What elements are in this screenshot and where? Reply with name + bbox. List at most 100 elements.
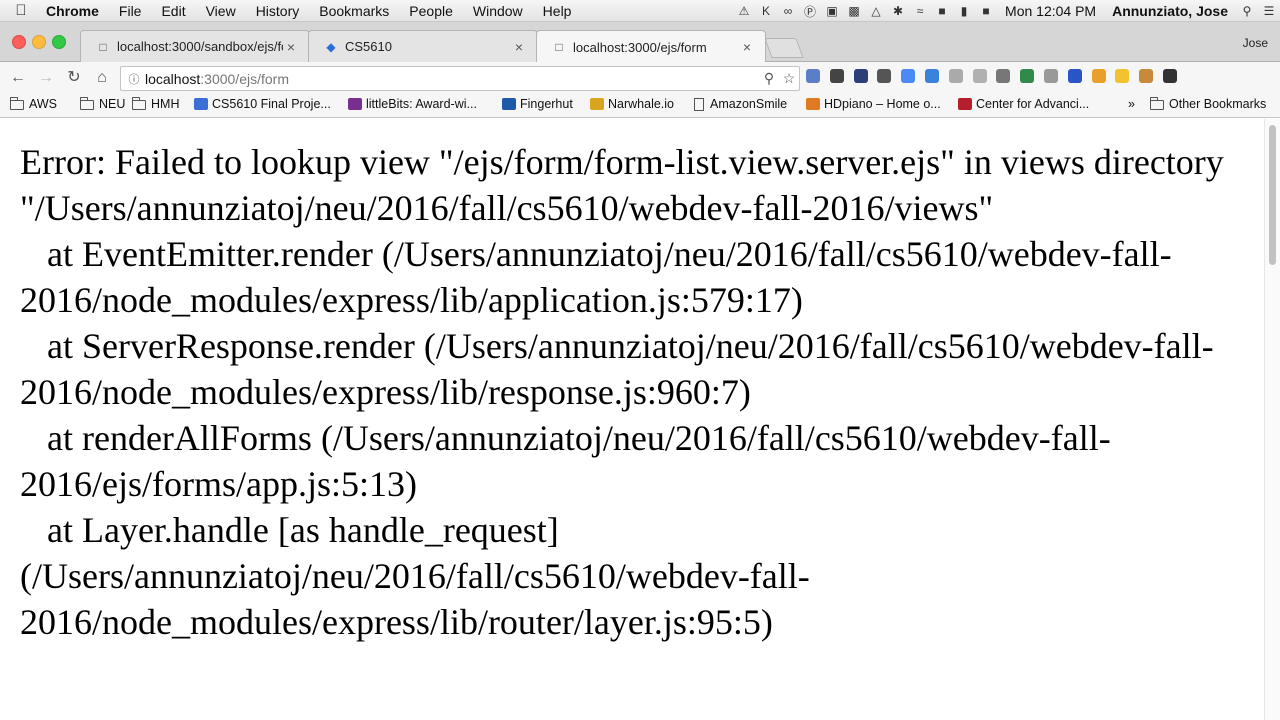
extension-icon[interactable]: [1067, 69, 1082, 83]
bookmark-item[interactable]: AmazonSmile: [694, 97, 787, 111]
bookmark-item[interactable]: NEU: [79, 96, 125, 111]
bookmark-label: HDpiano – Home o...: [824, 97, 941, 111]
bookmark-item[interactable]: HMH: [131, 96, 179, 111]
extension-icon[interactable]: [996, 69, 1011, 83]
new-tab-button[interactable]: [764, 38, 804, 58]
user-name[interactable]: Annunziato, Jose: [1104, 3, 1236, 19]
battery-icon[interactable]: ▮: [953, 4, 975, 18]
error-message: Error: Failed to lookup view "/ejs/form/…: [20, 142, 1224, 642]
menu-people[interactable]: People: [399, 3, 463, 19]
bookmark-item[interactable]: AWS: [9, 96, 58, 111]
url-path: :3000/ejs/form: [200, 70, 289, 87]
tab-cs5610[interactable]: ◆ CS5610 ×: [308, 30, 538, 62]
scrollbar-thumb[interactable]: [1269, 125, 1276, 265]
extension-icon[interactable]: [1091, 69, 1106, 83]
bookmark-item[interactable]: Fingerhut: [502, 97, 573, 111]
bookmark-label: Other Bookmarks: [1169, 97, 1267, 111]
bookmarks-bar: AWS NEU HMH CS5610 Final Proje... littleBits…: [0, 94, 1280, 118]
tab-strip: □ localhost:3000/sandbox/ejs/fo × ◆ CS56…: [0, 22, 1280, 63]
url-text[interactable]: localhost:3000/ejs/form: [145, 71, 759, 87]
extension-icon[interactable]: [806, 69, 820, 83]
menu-file[interactable]: File: [109, 3, 152, 19]
back-arrow-icon[interactable]: ←: [8, 68, 28, 88]
menu-history[interactable]: History: [246, 3, 310, 19]
bookmark-star-icon[interactable]: ☆: [779, 70, 799, 87]
bookmark-label: »: [1128, 97, 1135, 111]
menu-view[interactable]: View: [196, 3, 246, 19]
profile-button[interactable]: Jose: [1243, 36, 1268, 50]
bookmark-label: Narwhale.io: [608, 97, 675, 111]
close-tab-icon[interactable]: ×: [511, 39, 527, 55]
folder-icon: [9, 96, 24, 110]
address-bar[interactable]: ⓘ localhost:3000/ejs/form ⚲ ☆: [120, 66, 800, 91]
extension-icon[interactable]: [948, 69, 963, 83]
bookmark-label: AmazonSmile: [710, 97, 788, 111]
menu-help[interactable]: Help: [533, 3, 582, 19]
bookmark-item[interactable]: Narwhale.io: [590, 97, 674, 111]
extension-icon[interactable]: [972, 69, 987, 83]
menu-chrome[interactable]: Chrome: [42, 3, 109, 19]
airplay-icon[interactable]: △: [865, 4, 887, 18]
extension-icon[interactable]: [924, 69, 939, 83]
bookmark-label: AWS: [29, 97, 58, 111]
tab-ejs-form[interactable]: □ localhost:3000/ejs/form ×: [536, 30, 766, 63]
screen-icon[interactable]: ▩: [843, 4, 865, 18]
bluetooth-icon[interactable]: ✱: [887, 4, 909, 18]
menu-window[interactable]: Window: [463, 3, 533, 19]
notification-center-icon[interactable]: ☰: [1258, 4, 1280, 18]
bookmark-item[interactable]: CS5610 Final Proje...: [194, 97, 331, 111]
glasses-icon[interactable]: ∞: [777, 4, 799, 18]
bookmark-label: Center for Advanci...: [976, 97, 1090, 111]
extension-icon[interactable]: [829, 69, 844, 83]
extension-icon[interactable]: [901, 69, 916, 83]
tab-title: localhost:3000/ejs/form: [573, 39, 707, 55]
tab-sandbox[interactable]: □ localhost:3000/sandbox/ejs/fo ×: [80, 30, 310, 62]
bookmark-item[interactable]: Other Bookmarks: [1149, 96, 1267, 111]
extension-icon[interactable]: [1115, 69, 1130, 83]
extension-icon[interactable]: [1043, 69, 1058, 83]
bookmark-item[interactable]: littleBits: Award-wi...: [348, 97, 477, 111]
d-app-icon[interactable]: Ⓟ: [799, 3, 821, 20]
clock[interactable]: Mon 12:04 PM: [997, 3, 1104, 19]
extensions-area: [806, 69, 1187, 83]
close-tab-icon[interactable]: ×: [739, 39, 755, 55]
littlebits-icon: [348, 98, 362, 110]
folder-icon: [131, 96, 146, 110]
bookmark-item[interactable]: Center for Advanci...: [958, 97, 1089, 111]
apple-menu-icon[interactable]: : [0, 2, 42, 19]
forward-arrow-icon[interactable]: →: [36, 68, 56, 88]
extension-icon[interactable]: [1139, 69, 1154, 83]
menu-bookmarks[interactable]: Bookmarks: [309, 3, 399, 19]
tab-title: localhost:3000/sandbox/ejs/fo: [117, 39, 283, 54]
close-tab-icon[interactable]: ×: [283, 39, 299, 55]
lock-icon[interactable]: ■: [931, 4, 953, 18]
info-icon[interactable]: ⓘ: [123, 71, 145, 87]
extension-icon[interactable]: [1020, 69, 1035, 83]
bookmark-item[interactable]: »: [1128, 97, 1135, 111]
reload-icon[interactable]: ↻: [64, 68, 84, 88]
spotlight-search-icon[interactable]: ⚲: [1236, 4, 1258, 18]
vertical-scrollbar[interactable]: [1264, 119, 1280, 720]
bookmark-item[interactable]: HDpiano – Home o...: [806, 97, 941, 111]
media-icon[interactable]: ▣: [821, 4, 843, 18]
zoom-window-button[interactable]: [52, 35, 66, 49]
hdpiano-icon: [806, 98, 820, 110]
menu-bar-status-area: ⚠ K ∞ Ⓟ ▣ ▩ △ ✱ ≈ ■ ▮ ■ Mon 12:04 PM Ann…: [733, 0, 1280, 22]
url-host: localhost: [145, 70, 201, 87]
folder-icon: [1149, 96, 1164, 110]
page-icon: □: [99, 39, 107, 54]
code-icon: ◆: [326, 39, 336, 54]
wifi-icon[interactable]: ≈: [909, 4, 931, 18]
close-window-button[interactable]: [12, 35, 26, 49]
menu-edit[interactable]: Edit: [151, 3, 195, 19]
page-content: Error: Failed to lookup view "/ejs/form/…: [0, 119, 1264, 720]
extension-icon[interactable]: [1162, 69, 1177, 83]
extension-icon[interactable]: [853, 69, 868, 83]
k-app-icon[interactable]: K: [755, 4, 777, 18]
home-icon[interactable]: ⌂: [92, 68, 112, 88]
extension-icon[interactable]: [877, 69, 892, 83]
keychain-lock-icon[interactable]: ■: [975, 4, 997, 18]
zoom-icon[interactable]: ⚲: [759, 70, 779, 87]
minimize-window-button[interactable]: [32, 35, 46, 49]
warning-icon[interactable]: ⚠: [733, 4, 755, 18]
